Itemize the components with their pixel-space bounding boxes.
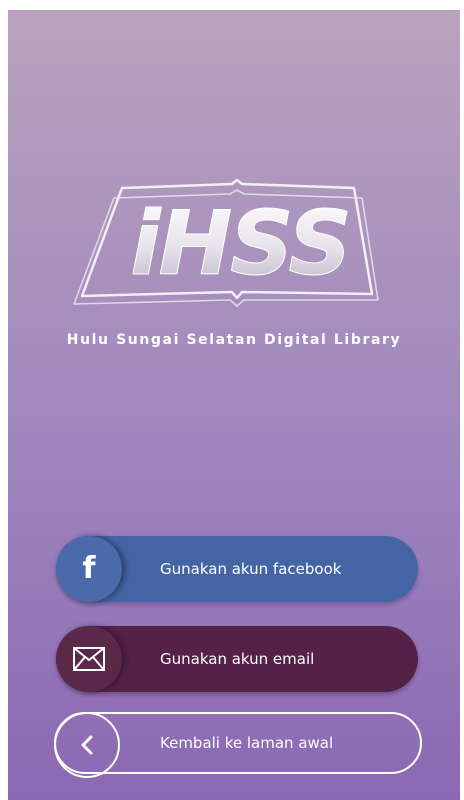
facebook-login-button[interactable]: f Gunakan akun facebook	[56, 536, 418, 602]
facebook-icon: f	[56, 536, 122, 602]
back-to-home-label: Kembali ke laman awal	[160, 734, 334, 752]
svg-text:iHSS: iHSS	[130, 192, 349, 295]
facebook-login-label: Gunakan akun facebook	[160, 560, 342, 578]
chevron-left-icon	[54, 712, 120, 778]
back-to-home-button[interactable]: Kembali ke laman awal	[54, 712, 422, 778]
login-screen: iHSS Hulu Sungai Selatan Digital Library…	[8, 10, 460, 800]
app-subtitle: Hulu Sungai Selatan Digital Library	[66, 332, 402, 348]
email-login-button[interactable]: Gunakan akun email	[56, 626, 418, 692]
envelope-icon	[56, 626, 122, 692]
book-logo-icon: iHSS	[73, 178, 379, 307]
email-login-label: Gunakan akun email	[160, 650, 315, 668]
